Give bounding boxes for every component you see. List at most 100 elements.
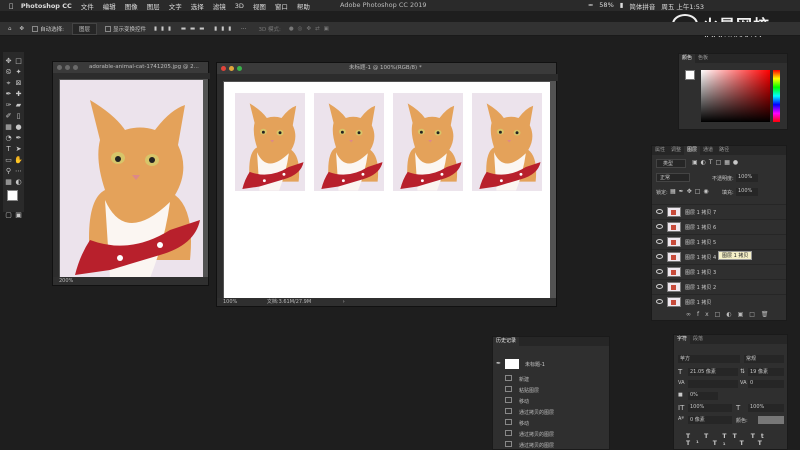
path-select-icon[interactable]: ➤	[14, 145, 23, 154]
marquee-icon[interactable]: □	[14, 57, 23, 66]
tab-paths[interactable]: 路径	[716, 146, 732, 155]
layer-row[interactable]: 图层 1 拷贝 2	[652, 279, 786, 294]
visibility-eye-icon[interactable]	[656, 299, 663, 304]
shape-icon[interactable]: ▭	[4, 156, 13, 165]
history-item[interactable]: 新建	[493, 373, 611, 384]
color-fg-swatch[interactable]	[685, 70, 695, 80]
hscale-input[interactable]: 100%	[748, 404, 784, 412]
color-picker-field[interactable]	[701, 70, 770, 122]
main-doc-titlebar[interactable]: 未标题-1 @ 100%(RGB/8) *	[217, 63, 556, 74]
tab-adjustments[interactable]: 调整	[668, 146, 684, 155]
layer-row[interactable]: 图层 1 拷贝 5	[652, 234, 786, 249]
visibility-eye-icon[interactable]	[656, 209, 663, 214]
cat-layer-image[interactable]	[393, 93, 463, 191]
history-brush-icon[interactable]: ✐	[4, 112, 13, 121]
layer-filter-select[interactable]: 类型	[656, 159, 686, 168]
auto-select-checkbox[interactable]	[32, 26, 39, 32]
cat-layer-image[interactable]	[314, 93, 384, 191]
scale-input[interactable]: 0%	[688, 392, 718, 400]
visibility-eye-icon[interactable]	[656, 269, 663, 274]
frame-icon[interactable]: ⊠	[14, 79, 23, 88]
foreground-color-swatch[interactable]	[7, 190, 18, 201]
menu-3d[interactable]: 3D	[235, 2, 244, 10]
tab-layers[interactable]: 图层	[684, 146, 701, 155]
source-zoom-level[interactable]: 200%	[59, 278, 73, 284]
menu-view[interactable]: 视图	[253, 1, 266, 11]
zoom-icon[interactable]: ⚲	[4, 167, 13, 176]
source-cat-image[interactable]	[60, 80, 203, 278]
menu-filter[interactable]: 滤镜	[213, 1, 226, 11]
quick-select-icon[interactable]: ✦	[14, 68, 23, 77]
camera-icon[interactable]: ▣	[14, 211, 23, 220]
hand-icon[interactable]: ✋	[14, 156, 23, 165]
tab-properties[interactable]: 属性	[652, 146, 668, 155]
opacity-input[interactable]: 100%	[736, 174, 758, 182]
show-transform-checkbox[interactable]	[104, 26, 111, 32]
text-color-swatch[interactable]	[758, 416, 784, 424]
apple-icon[interactable]: 	[9, 2, 13, 10]
pen-icon[interactable]: ✒	[14, 134, 23, 143]
font-style-select[interactable]: 常规	[744, 355, 784, 363]
tab-character[interactable]: 字符	[674, 335, 691, 344]
wifi-icon[interactable]: ≈	[588, 1, 593, 11]
menu-select[interactable]: 选择	[191, 1, 204, 11]
vscale-input[interactable]: 100%	[688, 404, 732, 412]
history-item[interactable]: 通过拷贝的图层	[493, 439, 611, 450]
kerning-input[interactable]	[688, 380, 738, 388]
stamp-icon[interactable]: ▰	[14, 101, 23, 110]
battery-icon[interactable]: ▮	[620, 1, 624, 11]
layers-footer-icons[interactable]: ∞fx□◐▣□🗑	[686, 311, 775, 318]
hue-slider[interactable]	[773, 70, 780, 122]
type-icon[interactable]: T	[4, 145, 13, 154]
tracking-input[interactable]: 0	[748, 380, 784, 388]
cat-layer-image[interactable]	[235, 93, 305, 191]
history-item[interactable]: 移动	[493, 417, 611, 428]
menu-type[interactable]: 文字	[169, 1, 182, 11]
input-method[interactable]: 简体拼音	[629, 1, 655, 11]
close-button[interactable]	[221, 66, 226, 71]
history-item[interactable]: 粘贴图层	[493, 384, 611, 395]
cat-layer-image[interactable]	[472, 93, 542, 191]
eraser-icon[interactable]: ▯	[14, 112, 23, 121]
visibility-eye-icon[interactable]	[656, 254, 663, 259]
menu-help[interactable]: 帮助	[297, 1, 310, 11]
move-icon[interactable]: ✥	[4, 57, 13, 66]
tab-history[interactable]: 历史记录	[493, 337, 520, 346]
more-tools-icon[interactable]: ⋯	[14, 167, 23, 176]
lasso-icon[interactable]: ⧀	[4, 68, 13, 77]
main-canvas[interactable]	[224, 82, 550, 300]
eyedropper-icon[interactable]: ✒	[4, 90, 13, 99]
layer-filter-icons[interactable]: ▣◐T□▦●	[692, 159, 741, 166]
layer-row[interactable]: 图层 1 拷贝 7	[652, 204, 786, 219]
align-icons[interactable]: ▮▮▮ ▬▬▬ ▮▮▮ ⋯	[154, 26, 251, 32]
status-arrow-icon[interactable]: ›	[343, 299, 345, 305]
font-family-select[interactable]: 苹方	[678, 355, 740, 363]
visibility-eye-icon[interactable]	[656, 239, 663, 244]
home-icon[interactable]: ⌂	[8, 26, 12, 32]
visibility-eye-icon[interactable]	[656, 224, 663, 229]
healing-icon[interactable]: ✚	[14, 90, 23, 99]
tab-channels[interactable]: 通道	[700, 146, 716, 155]
move-tool-icon[interactable]: ✥	[20, 26, 25, 32]
history-brush-icon[interactable]: ✒	[496, 360, 501, 367]
blur-icon[interactable]: ●	[14, 123, 23, 132]
text-style-buttons[interactable]: T T TT Tt T¹ T₁ T T	[686, 433, 787, 447]
menu-edit[interactable]: 编辑	[103, 1, 116, 11]
menu-file[interactable]: 文件	[81, 1, 94, 11]
tab-color[interactable]: 颜色	[679, 54, 696, 63]
leading-input[interactable]: 19 像素	[748, 368, 784, 376]
minimize-button[interactable]	[65, 65, 70, 70]
zoom-button[interactable]	[73, 65, 78, 70]
brush-icon[interactable]: ✑	[4, 101, 13, 110]
menu-app-name[interactable]: Photoshop CC	[21, 2, 72, 10]
tab-swatches[interactable]: 色板	[695, 54, 711, 63]
minimize-button[interactable]	[229, 66, 234, 71]
fill-input[interactable]: 100%	[736, 188, 758, 196]
source-doc-titlebar[interactable]: adorable-animal-cat-1741205.jpg @ 2...	[53, 62, 208, 73]
dodge-icon[interactable]: ◔	[4, 134, 13, 143]
auto-select-dropdown[interactable]: 图层	[71, 22, 97, 35]
layer-row[interactable]: 图层 1 拷贝	[652, 294, 786, 309]
edit-toolbar-icon[interactable]: ▦	[4, 178, 13, 187]
layer-row[interactable]: 图层 1 拷贝 3	[652, 264, 786, 279]
history-item[interactable]: 移动	[493, 395, 611, 406]
